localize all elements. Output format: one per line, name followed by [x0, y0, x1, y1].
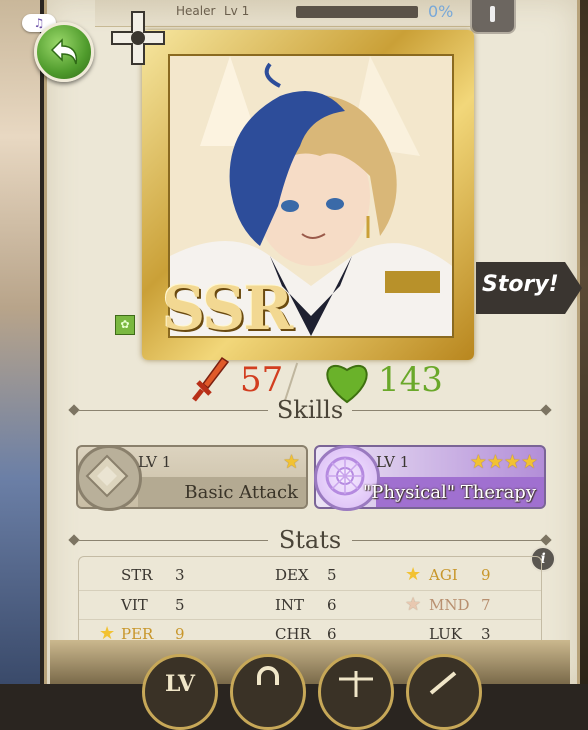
skill-level: LV 1: [138, 453, 172, 471]
star-icon: ★: [405, 594, 422, 615]
stat-value: 3: [175, 566, 185, 584]
stat-value: 6: [327, 596, 337, 614]
lock-icon: [257, 666, 279, 685]
stats-table: STR 3 DEX 5 ★ AGI 9 VIT 5 INT 6 ★ MND 7 …: [78, 556, 542, 652]
skill-stars-icon: ★★★★: [469, 451, 538, 473]
stat-value: 5: [327, 566, 337, 584]
class-label: Healer: [176, 4, 216, 18]
skill-card-physical-therapy[interactable]: LV 1 ★★★★ "Physical" Therapy: [314, 445, 546, 511]
info-toggle-button[interactable]: [470, 0, 516, 34]
stat-value: 7: [481, 596, 491, 614]
skill-level: LV 1: [376, 453, 410, 471]
element-cross-icon: [111, 11, 165, 65]
back-button[interactable]: [34, 22, 94, 82]
skill-diamond-icon: [76, 445, 142, 511]
stat-label: VIT: [121, 596, 148, 614]
hp-value: 143: [378, 360, 443, 400]
stat-label: MND: [429, 596, 470, 614]
skill-name: Basic Attack: [184, 482, 298, 503]
skill-star-icon: ★: [282, 451, 300, 473]
star-icon: ★: [405, 564, 422, 585]
stat-value: 9: [481, 566, 491, 584]
rarity-badge: SSR: [162, 274, 293, 344]
level-up-label: LV: [165, 671, 195, 697]
stats-row: STR 3 DEX 5 ★ AGI 9: [79, 561, 541, 589]
skill-name: "Physical" Therapy: [363, 482, 536, 503]
character-card[interactable]: SSR: [142, 30, 474, 360]
attack-value: 57: [240, 360, 284, 400]
equip-button[interactable]: [406, 654, 482, 730]
leaf-status-icon[interactable]: ✿: [115, 315, 135, 335]
lock-button[interactable]: [230, 654, 306, 730]
skill-card-basic-attack[interactable]: LV 1 ★ Basic Attack: [76, 445, 308, 511]
scales-icon: [339, 671, 373, 697]
stat-label: DEX: [275, 566, 309, 584]
story-button[interactable]: Story!: [476, 262, 582, 314]
story-label: Story!: [482, 272, 559, 297]
stats-row: VIT 5 INT 6 ★ MND 7: [79, 590, 541, 620]
level-up-button[interactable]: LV: [142, 654, 218, 730]
stat-label: STR: [121, 566, 153, 584]
stat-label: AGI: [429, 566, 458, 584]
level-label: Lv 1: [224, 4, 250, 18]
stats-heading: Stats: [68, 526, 552, 556]
quill-icon: [429, 671, 457, 695]
skills-heading: Skills: [68, 396, 552, 426]
bottom-nav-frame: [50, 640, 570, 684]
stat-value: 5: [175, 596, 185, 614]
exp-percent: 0%: [428, 2, 454, 21]
background-art-left: [0, 0, 40, 684]
balance-button[interactable]: [318, 654, 394, 730]
stat-label: INT: [275, 596, 305, 614]
back-arrow-icon: [50, 38, 78, 65]
exp-bar: [296, 6, 418, 18]
